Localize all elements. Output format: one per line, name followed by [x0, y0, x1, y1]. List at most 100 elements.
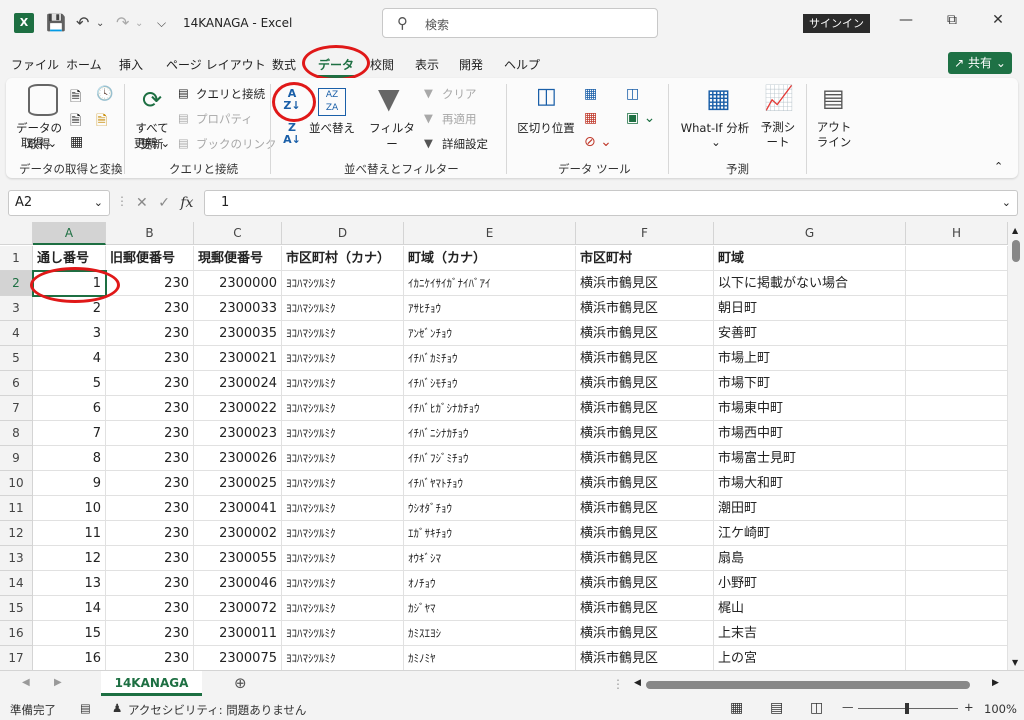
tab-view[interactable]: 表示 — [415, 56, 439, 73]
get-data-dropdown[interactable]: 取得 ⌄ — [16, 135, 62, 151]
minimize-icon[interactable]: — — [896, 12, 916, 28]
table-cell[interactable]: 梶山 — [714, 596, 906, 621]
table-cell[interactable]: ｲﾁﾊﾞﾆｼﾅｶﾁｮｳ — [404, 421, 576, 446]
cancel-icon[interactable]: ✕ — [136, 195, 148, 211]
table-cell[interactable]: 230 — [106, 546, 194, 571]
reapply-button[interactable]: 再適用 — [442, 111, 477, 127]
table-cell[interactable]: ｲﾁﾊﾞｼﾓﾁｮｳ — [404, 371, 576, 396]
table-cell[interactable]: ﾖｺﾊﾏｼﾂﾙﾐｸ — [282, 421, 404, 446]
vertical-scroll-thumb[interactable] — [1012, 240, 1020, 262]
row-header[interactable]: 15 — [0, 596, 33, 621]
undo-dropdown-icon[interactable]: ⌄ — [96, 18, 104, 29]
from-table-icon[interactable]: ▦ — [70, 134, 83, 150]
from-web-icon[interactable]: 🗎 — [70, 110, 81, 134]
table-cell[interactable] — [906, 496, 1008, 521]
table-cell[interactable]: 230 — [106, 321, 194, 346]
save-icon[interactable]: 💾 — [46, 13, 66, 32]
table-cell[interactable]: 230 — [106, 296, 194, 321]
column-header-c[interactable]: C — [194, 222, 282, 245]
table-cell[interactable]: ﾖｺﾊﾏｼﾂﾙﾐｸ — [282, 346, 404, 371]
table-cell[interactable]: 横浜市鶴見区 — [576, 621, 714, 646]
row-header[interactable]: 4 — [0, 321, 33, 346]
table-cell[interactable]: 10 — [33, 496, 106, 521]
collapse-ribbon-icon[interactable]: ⌃ — [994, 160, 1003, 173]
sort-button[interactable]: 並べ替え — [306, 120, 358, 136]
filter-button[interactable]: フィルター — [366, 120, 418, 152]
whatif-dropdown-icon[interactable]: ⌄ — [706, 135, 726, 149]
table-cell[interactable]: ｴｶﾞｻｷﾁｮｳ — [404, 521, 576, 546]
table-cell[interactable]: 230 — [106, 346, 194, 371]
table-cell[interactable]: 潮田町 — [714, 496, 906, 521]
table-cell[interactable]: ｲﾁﾊﾞﾔﾏﾄﾁｮｳ — [404, 471, 576, 496]
row-header[interactable]: 7 — [0, 396, 33, 421]
tab-insert[interactable]: 挿入 — [119, 56, 143, 73]
page-break-view-icon[interactable]: ◫ — [810, 700, 823, 716]
table-cell[interactable]: ﾖｺﾊﾏｼﾂﾙﾐｸ — [282, 646, 404, 670]
table-cell[interactable]: ﾖｺﾊﾏｼﾂﾙﾐｸ — [282, 621, 404, 646]
table-cell[interactable] — [906, 371, 1008, 396]
header-cell[interactable]: 市区町村 — [576, 246, 714, 271]
table-cell[interactable] — [906, 521, 1008, 546]
table-cell[interactable]: ﾖｺﾊﾏｼﾂﾙﾐｸ — [282, 596, 404, 621]
table-cell[interactable]: 朝日町 — [714, 296, 906, 321]
formula-input[interactable]: 1 ⌄ — [204, 190, 1018, 216]
table-cell[interactable]: 2300021 — [194, 346, 282, 371]
table-cell[interactable]: 市場東中町 — [714, 396, 906, 421]
header-cell[interactable]: 町域 — [714, 246, 906, 271]
row-header[interactable]: 3 — [0, 296, 33, 321]
table-cell[interactable] — [906, 321, 1008, 346]
from-text-icon[interactable]: 🗎 — [70, 86, 81, 110]
table-cell[interactable]: 2300023 — [194, 421, 282, 446]
table-cell[interactable]: ｳｼｵﾀﾞﾁｮｳ — [404, 496, 576, 521]
table-cell[interactable] — [906, 296, 1008, 321]
table-cell[interactable]: ﾖｺﾊﾏｼﾂﾙﾐｸ — [282, 271, 404, 296]
table-cell[interactable] — [906, 421, 1008, 446]
clear-button[interactable]: クリア — [442, 86, 477, 102]
table-cell[interactable]: 14 — [33, 596, 106, 621]
table-cell[interactable]: 2300024 — [194, 371, 282, 396]
table-cell[interactable]: 2300002 — [194, 521, 282, 546]
row-header[interactable]: 17 — [0, 646, 33, 670]
table-cell[interactable]: ｲﾁﾊﾞﾋｶﾞｼﾅｶﾁｮｳ — [404, 396, 576, 421]
table-cell[interactable]: ﾖｺﾊﾏｼﾂﾙﾐｸ — [282, 371, 404, 396]
table-cell[interactable]: 横浜市鶴見区 — [576, 546, 714, 571]
sort-descending-icon[interactable]: Z A↓ — [280, 122, 304, 146]
table-cell[interactable]: ｶｼﾞﾔﾏ — [404, 596, 576, 621]
column-header-f[interactable]: F — [576, 222, 714, 245]
table-cell[interactable]: ﾖｺﾊﾏｼﾂﾙﾐｸ — [282, 296, 404, 321]
table-cell[interactable]: 横浜市鶴見区 — [576, 271, 714, 296]
insert-function-icon[interactable]: fx — [180, 195, 193, 211]
table-cell[interactable]: 横浜市鶴見区 — [576, 421, 714, 446]
horizontal-scroll-thumb[interactable] — [646, 681, 970, 689]
name-box[interactable]: A2 ⌄ — [8, 190, 110, 216]
table-cell[interactable] — [906, 596, 1008, 621]
properties-button[interactable]: プロパティ — [196, 111, 253, 127]
row-header[interactable]: 1 — [0, 246, 33, 271]
table-cell[interactable]: 横浜市鶴見区 — [576, 496, 714, 521]
table-cell[interactable]: 市場富士見町 — [714, 446, 906, 471]
table-cell[interactable]: ｶﾐﾉﾐﾔ — [404, 646, 576, 670]
advanced-button[interactable]: 詳細設定 — [442, 136, 488, 152]
redo-icon[interactable]: ↷ — [116, 13, 129, 32]
table-cell[interactable]: 扇島 — [714, 546, 906, 571]
table-cell[interactable]: 230 — [106, 596, 194, 621]
tab-home[interactable]: ホーム — [66, 56, 102, 73]
table-cell[interactable] — [906, 646, 1008, 670]
table-cell[interactable]: 2300072 — [194, 596, 282, 621]
table-cell[interactable]: 上末吉 — [714, 621, 906, 646]
table-cell[interactable]: ﾖｺﾊﾏｼﾂﾙﾐｸ — [282, 321, 404, 346]
table-cell[interactable]: 13 — [33, 571, 106, 596]
existing-connections-icon[interactable]: 🗎 — [96, 110, 107, 134]
row-header[interactable]: 11 — [0, 496, 33, 521]
column-header-a[interactable]: A — [33, 222, 106, 245]
table-cell[interactable]: 230 — [106, 621, 194, 646]
table-cell[interactable]: 230 — [106, 446, 194, 471]
next-sheet-icon[interactable]: ▶ — [54, 677, 62, 688]
table-cell[interactable]: ｲｶﾆｹｲｻｲｶﾞﾅｲﾊﾞｱｲ — [404, 271, 576, 296]
remove-duplicates-icon[interactable]: ▦ — [584, 110, 597, 126]
table-cell[interactable]: 9 — [33, 471, 106, 496]
queries-connections-button[interactable]: クエリと接続 — [196, 86, 265, 102]
vertical-scrollbar[interactable]: ▲ ▼ — [1008, 222, 1024, 670]
redo-dropdown-icon[interactable]: ⌄ — [135, 18, 143, 29]
table-cell[interactable]: ｲﾁﾊﾞｶﾐﾁｮｳ — [404, 346, 576, 371]
